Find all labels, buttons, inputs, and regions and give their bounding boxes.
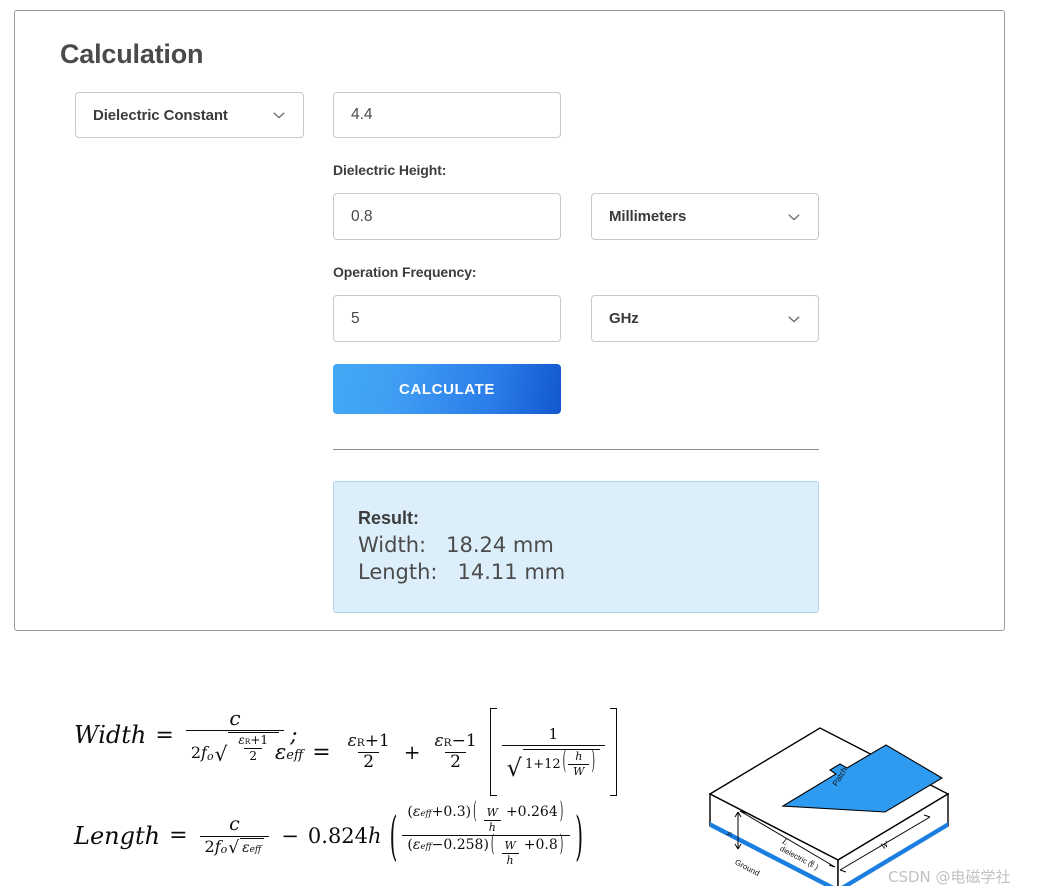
- dielectric-height-unit-select[interactable]: Millimeters: [591, 193, 819, 240]
- chevron-down-icon: [787, 312, 801, 326]
- formula-eps-eff: ε eff = ε R +1 2 + ε R −1 2 1 √ 1+12 (h…: [275, 708, 617, 796]
- formula-eps-plus: +: [403, 740, 421, 764]
- result-panel: Result: Width: 18.24 mm Length: 14.11 mm: [333, 481, 819, 613]
- calculate-button[interactable]: CALCULATE: [333, 364, 561, 414]
- formula-length-equals: =: [169, 823, 188, 849]
- operation-frequency-unit-label: GHz: [609, 310, 639, 327]
- formula-length-na-sub: eff: [420, 809, 432, 819]
- dielectric-constant-input[interactable]: 4.4: [333, 92, 561, 138]
- dielectric-height-input[interactable]: 0.8: [333, 193, 561, 240]
- formula-eps-t2-den: 2: [445, 751, 466, 772]
- formula-eps-symbol: ε: [275, 740, 287, 764]
- formula-block: Width = c 2 f o √ ε R +1 2 ; ε eff = ε R…: [60, 690, 620, 880]
- right-bracket-icon: [610, 708, 617, 796]
- formula-eps-t2-eps: ε: [434, 730, 444, 751]
- formula-width-radicand-den: 2: [244, 747, 263, 763]
- formula-length-lhs: Length: [74, 821, 161, 850]
- formula-length-da-sub: eff: [420, 842, 432, 853]
- formula-eps-t1-den: 2: [358, 751, 380, 772]
- formula-length-na-rest: +0.3: [431, 804, 466, 820]
- formula-length-minus: −: [281, 823, 299, 848]
- formula-width-den-f-sub: o: [206, 749, 214, 763]
- operation-frequency-label: Operation Frequency:: [333, 264, 477, 280]
- formula-width-eps-plus: +1: [250, 733, 269, 747]
- chevron-down-icon: [787, 210, 801, 224]
- formula-length-da-rest: −0.258: [431, 837, 484, 854]
- formula-eps-br-w: W: [568, 763, 590, 778]
- operation-frequency-input[interactable]: 5: [333, 295, 561, 342]
- dielectric-height-unit-label: Millimeters: [609, 208, 687, 225]
- csdn-watermark: CSDN @电磁学社: [888, 868, 1011, 886]
- patch-antenna-diagram: Patch L W h dielectric (ε ) R Ground: [690, 686, 970, 894]
- dielectric-constant-select[interactable]: Dielectric Constant: [75, 92, 304, 138]
- page-root: Calculation Dielectric Constant 4.4 Diel…: [0, 0, 1049, 895]
- formula-eps-br-num: 1: [548, 724, 559, 743]
- formula-eps-t1-eps: ε: [347, 730, 357, 751]
- calculate-button-label: CALCULATE: [399, 380, 495, 398]
- formula-width-den-coeff: 2: [190, 743, 202, 763]
- formula-length-nb-h: h: [483, 819, 501, 834]
- formula-length-coeff: 0.824: [307, 823, 369, 848]
- diagram-height-label: h: [725, 832, 734, 836]
- calculation-card: Calculation Dielectric Constant 4.4 Diel…: [14, 10, 1005, 631]
- formula-length-nb-w: W: [486, 806, 498, 819]
- page-title: Calculation: [60, 39, 204, 69]
- dielectric-constant-value: 4.4: [351, 106, 373, 123]
- formula-length-h: h: [368, 823, 382, 848]
- formula-length-den-eps-sub: eff: [249, 845, 262, 856]
- left-bracket-icon: [489, 708, 497, 796]
- formula-length-db-w: W: [504, 839, 516, 853]
- dielectric-constant-select-label: Dielectric Constant: [93, 106, 228, 124]
- operation-frequency-value: 5: [351, 309, 360, 327]
- dielectric-height-label: Dielectric Height:: [333, 162, 447, 178]
- result-length-line: Length: 14.11 mm: [358, 560, 566, 585]
- formula-length-db-h: h: [501, 852, 519, 867]
- formula-length-den-f-sub: o: [220, 843, 228, 857]
- formula-length-numerator: c: [229, 813, 240, 836]
- formula-length-na-eps: ε: [412, 804, 421, 820]
- formula-eps-br-h: h: [575, 750, 583, 764]
- dielectric-height-value: 0.8: [351, 207, 373, 225]
- formula-width-numerator: c: [229, 706, 241, 730]
- formula-length-db-rest: +0.8: [523, 837, 558, 854]
- formula-length-da-eps: ε: [412, 837, 421, 854]
- section-divider: [333, 449, 819, 450]
- formula-eps-equals: =: [312, 739, 331, 765]
- result-heading: Result:: [358, 508, 420, 528]
- formula-eps-subscript: eff: [286, 748, 304, 763]
- formula-width: Width = c 2 f o √ ε R +1 2 ;: [74, 706, 298, 767]
- result-width-line: Width: 18.24 mm: [358, 532, 554, 557]
- diagram-ground-label: Ground: [733, 858, 761, 878]
- patch-antenna-svg: Patch L W h dielectric (ε ) R Ground: [708, 727, 950, 894]
- formula-eps-t2-rest: −1: [451, 730, 477, 751]
- formula-eps-t2-sub: R: [443, 736, 452, 749]
- formula-width-equals: =: [155, 722, 174, 748]
- formula-length-den-eps: ε: [242, 840, 250, 857]
- formula-eps-t1-sub: R: [356, 736, 365, 749]
- formula-length-den-coeff: 2: [204, 837, 215, 857]
- formula-eps-br-den-pre: 1+12: [524, 756, 561, 772]
- operation-frequency-unit-select[interactable]: GHz: [591, 295, 819, 342]
- chevron-down-icon: [272, 108, 286, 122]
- formula-length-nb-rest: +0.264: [505, 804, 558, 820]
- formula-length: Length = c 2 f o √ ε eff − 0.824 h ((ε…: [74, 799, 584, 867]
- formula-width-lhs: Width: [74, 721, 147, 750]
- formula-eps-t1-rest: +1: [364, 730, 390, 751]
